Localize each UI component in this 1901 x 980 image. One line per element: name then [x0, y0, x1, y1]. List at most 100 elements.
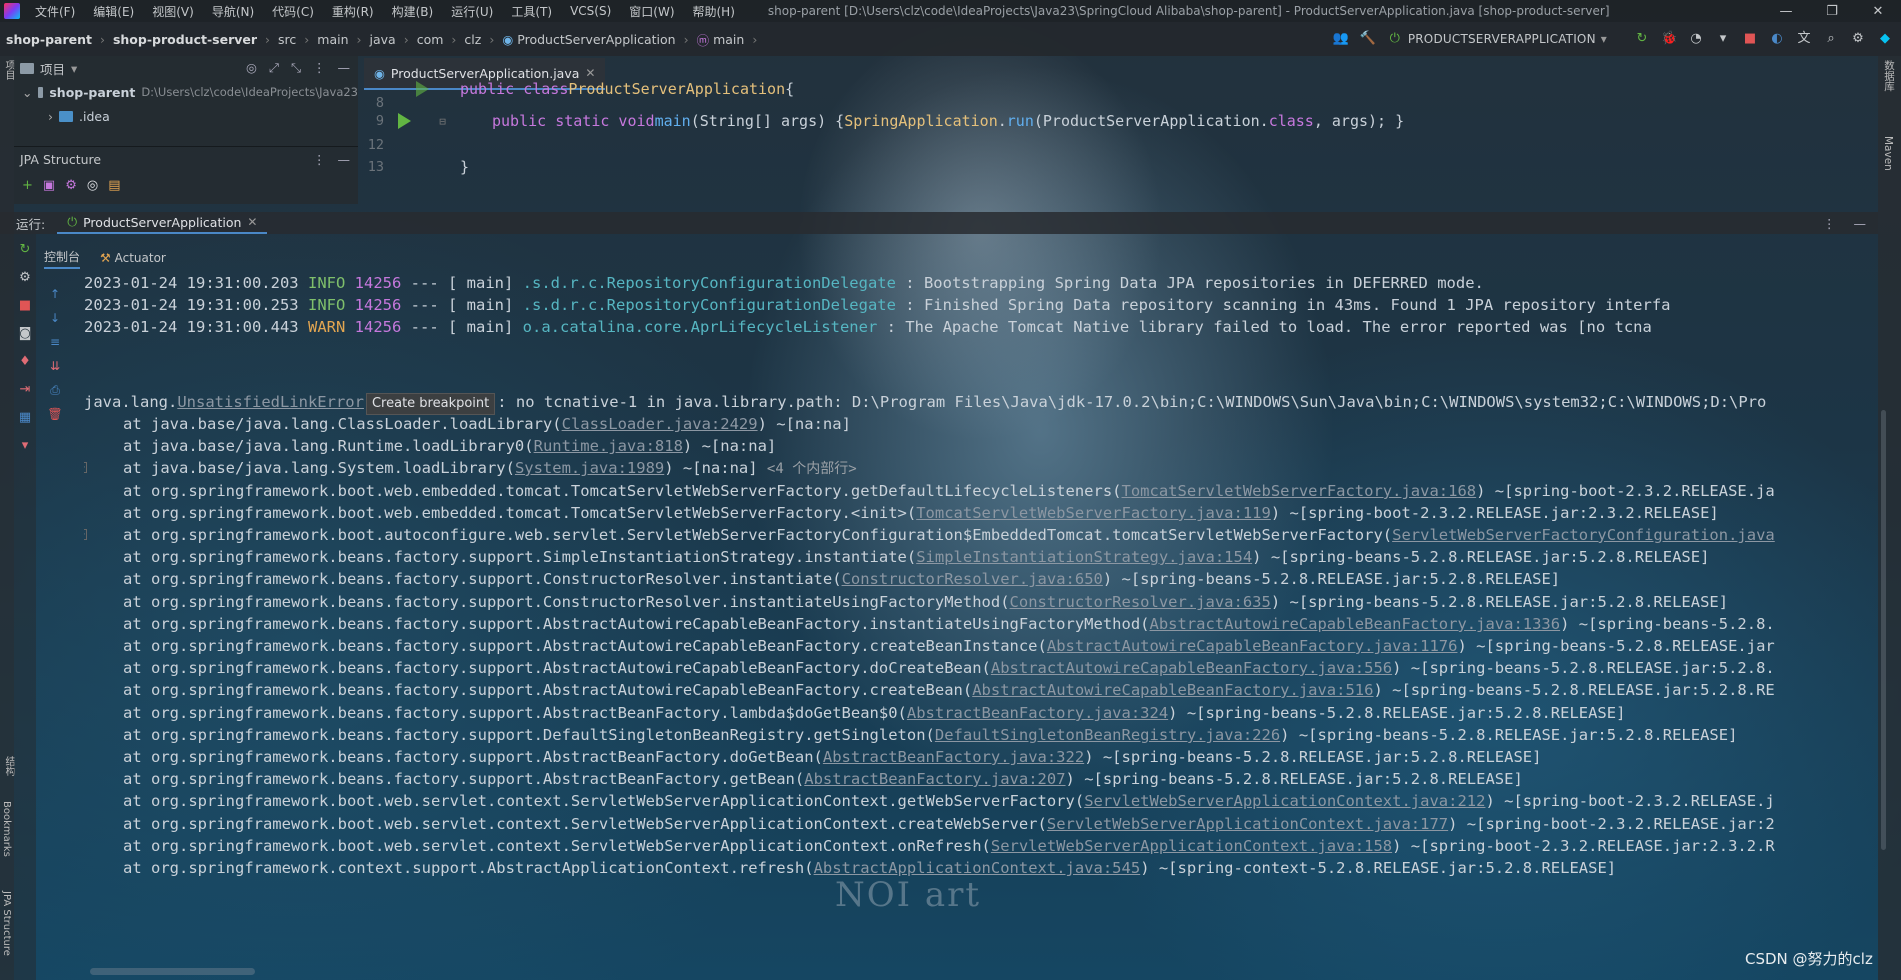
- rerun-icon[interactable]: ↻: [17, 242, 33, 258]
- tab-console[interactable]: 控制台: [44, 248, 81, 269]
- target-icon[interactable]: ◎: [87, 178, 98, 193]
- horizontal-scrollbar[interactable]: [90, 968, 255, 975]
- stop-icon[interactable]: ■: [17, 298, 33, 314]
- fold-expand-icon[interactable]: +: [84, 529, 87, 540]
- source-link[interactable]: ServletWebServerFactoryConfiguration.jav…: [1392, 526, 1775, 544]
- breadcrumb-item[interactable]: com: [417, 32, 444, 47]
- source-link[interactable]: System.java:1989: [515, 459, 664, 477]
- profiler-icon[interactable]: ◔: [1688, 31, 1704, 47]
- source-link[interactable]: AbstractAutowireCapableBeanFactory.java:…: [1150, 615, 1561, 633]
- menu-build[interactable]: 构建(B): [383, 3, 443, 20]
- search-icon[interactable]: ⌕: [1823, 31, 1839, 47]
- hide-icon[interactable]: —: [338, 60, 351, 76]
- source-link[interactable]: AbstractAutowireCapableBeanFactory.java:…: [972, 681, 1373, 699]
- build-hammer-icon[interactable]: 🔨: [1360, 31, 1376, 47]
- exception-link[interactable]: UnsatisfiedLinkError: [177, 393, 364, 411]
- console-scrollbar[interactable]: [1881, 410, 1886, 850]
- collapse-all-icon[interactable]: ⤡: [291, 60, 301, 76]
- close-icon[interactable]: ✕: [247, 215, 257, 229]
- add-icon[interactable]: +: [22, 178, 33, 193]
- menu-view[interactable]: 视图(V): [143, 3, 203, 20]
- options-icon[interactable]: ⋮: [1823, 216, 1836, 231]
- stripe-maven-tab[interactable]: Maven: [1882, 136, 1894, 171]
- hide-icon[interactable]: —: [1854, 216, 1867, 231]
- source-link[interactable]: AbstractAutowireCapableBeanFactory.java:…: [1047, 637, 1458, 655]
- collapsed-frames-hint[interactable]: <4 个内部行>: [767, 461, 857, 477]
- breadcrumb-item[interactable]: ProductServerApplication: [517, 32, 675, 47]
- menu-edit[interactable]: 编辑(E): [84, 3, 143, 20]
- restore-button[interactable]: ❐: [1809, 4, 1855, 19]
- breadcrumb-item[interactable]: clz: [464, 32, 481, 47]
- fold-icon[interactable]: ⊟: [439, 115, 446, 128]
- chevron-down-icon[interactable]: ⌄: [22, 85, 32, 100]
- arrow-down-icon[interactable]: ↓: [47, 310, 63, 326]
- update-icon[interactable]: ◐: [1769, 31, 1785, 47]
- source-link[interactable]: AbstractAutowireCapableBeanFactory.java:…: [991, 659, 1392, 677]
- menu-vcs[interactable]: VCS(S): [561, 4, 620, 18]
- source-link[interactable]: SimpleInstantiationStrategy.java:154: [916, 548, 1252, 566]
- run-tab[interactable]: ⏻ ProductServerApplication ✕: [57, 212, 268, 234]
- fold-expand-icon[interactable]: +: [84, 462, 87, 473]
- source-link[interactable]: ConstructorResolver.java:650: [842, 570, 1103, 588]
- breadcrumb-item[interactable]: src: [278, 32, 296, 47]
- source-link[interactable]: ClassLoader.java:2429: [562, 415, 758, 433]
- plugin-icon[interactable]: ◆: [1877, 31, 1893, 47]
- stripe-jpa-tab[interactable]: JPA Structure: [1, 891, 12, 956]
- source-link[interactable]: Runtime.java:818: [534, 437, 683, 455]
- hide-icon[interactable]: —: [338, 152, 351, 167]
- menu-file[interactable]: 文件(F): [26, 3, 84, 20]
- menu-help[interactable]: 帮助(H): [684, 3, 744, 20]
- user-icon[interactable]: 👥: [1333, 31, 1349, 47]
- database-icon[interactable]: ▤: [108, 178, 120, 193]
- stripe-bookmarks-tab[interactable]: Bookmarks: [1, 801, 12, 857]
- breadcrumb-item[interactable]: shop-parent: [6, 32, 92, 47]
- source-link[interactable]: AbstractBeanFactory.java:207: [804, 770, 1065, 788]
- settings-gear-icon[interactable]: ⚙: [17, 270, 33, 286]
- source-link[interactable]: AbstractBeanFactory.java:322: [823, 748, 1084, 766]
- close-window-button[interactable]: ✕: [1855, 4, 1901, 19]
- more-run-icon[interactable]: ▾: [1715, 31, 1731, 47]
- options-icon[interactable]: ⋮: [313, 152, 326, 167]
- soft-wrap-icon[interactable]: ≡: [47, 334, 63, 350]
- source-link[interactable]: TomcatServletWebServerFactory.java:168: [1122, 482, 1477, 500]
- stop-icon[interactable]: ■: [1742, 31, 1758, 47]
- tree-item-idea[interactable]: › .idea: [14, 104, 358, 128]
- breadcrumb-item[interactable]: main: [317, 32, 348, 47]
- project-panel-title[interactable]: 项目: [40, 59, 65, 78]
- exit-icon[interactable]: ⇥: [17, 382, 33, 398]
- debug-icon[interactable]: 🐞: [1661, 31, 1677, 47]
- layout-icon[interactable]: ▦: [17, 410, 33, 426]
- camera-icon[interactable]: ◙: [17, 326, 33, 342]
- menu-code[interactable]: 代码(C): [263, 3, 323, 20]
- print-icon[interactable]: ⎙: [47, 382, 63, 398]
- source-link[interactable]: ServletWebServerApplicationContext.java:…: [1047, 815, 1448, 833]
- breadcrumb-item[interactable]: java: [370, 32, 396, 47]
- rerun-icon[interactable]: ↻: [1634, 31, 1650, 47]
- jpa-entity-icon[interactable]: ▣: [43, 178, 55, 193]
- source-link[interactable]: AbstractApplicationContext.java:545: [814, 859, 1141, 877]
- dump-threads-icon[interactable]: ♦: [17, 354, 33, 370]
- arrow-up-icon[interactable]: ↑: [47, 286, 63, 302]
- source-link[interactable]: ConstructorResolver.java:635: [1010, 593, 1271, 611]
- menu-run[interactable]: 运行(U): [442, 3, 502, 20]
- run-config-select[interactable]: ⏻ PRODUCTSERVERAPPLICATION ▾: [1387, 31, 1607, 47]
- source-link[interactable]: DefaultSingletonBeanRegistry.java:226: [935, 726, 1280, 744]
- tree-item-root[interactable]: ⌄ shop-parent D:\Users\clz\code\IdeaProj…: [14, 80, 358, 104]
- options-icon[interactable]: ⋮: [313, 60, 326, 76]
- source-link[interactable]: ServletWebServerApplicationContext.java:…: [991, 837, 1392, 855]
- locate-icon[interactable]: ◎: [246, 60, 257, 76]
- menu-refactor[interactable]: 重构(R): [323, 3, 383, 20]
- settings-gear-icon[interactable]: ⚙: [65, 178, 77, 193]
- expand-all-icon[interactable]: ⤢: [269, 60, 279, 76]
- source-link[interactable]: ServletWebServerApplicationContext.java:…: [1084, 792, 1485, 810]
- chevron-right-icon[interactable]: ›: [48, 109, 53, 124]
- chevron-down-icon[interactable]: ▾: [71, 61, 77, 76]
- menu-tools[interactable]: 工具(T): [502, 3, 561, 20]
- minimize-button[interactable]: —: [1763, 4, 1809, 19]
- stripe-database-tab[interactable]: 数据库: [1882, 60, 1897, 92]
- source-link[interactable]: TomcatServletWebServerFactory.java:119: [916, 504, 1271, 522]
- pin-icon[interactable]: ▾: [17, 438, 33, 454]
- breadcrumb-item[interactable]: main: [713, 32, 744, 47]
- menu-navigate[interactable]: 导航(N): [203, 3, 263, 20]
- tab-actuator[interactable]: ⚒ Actuator: [100, 251, 166, 265]
